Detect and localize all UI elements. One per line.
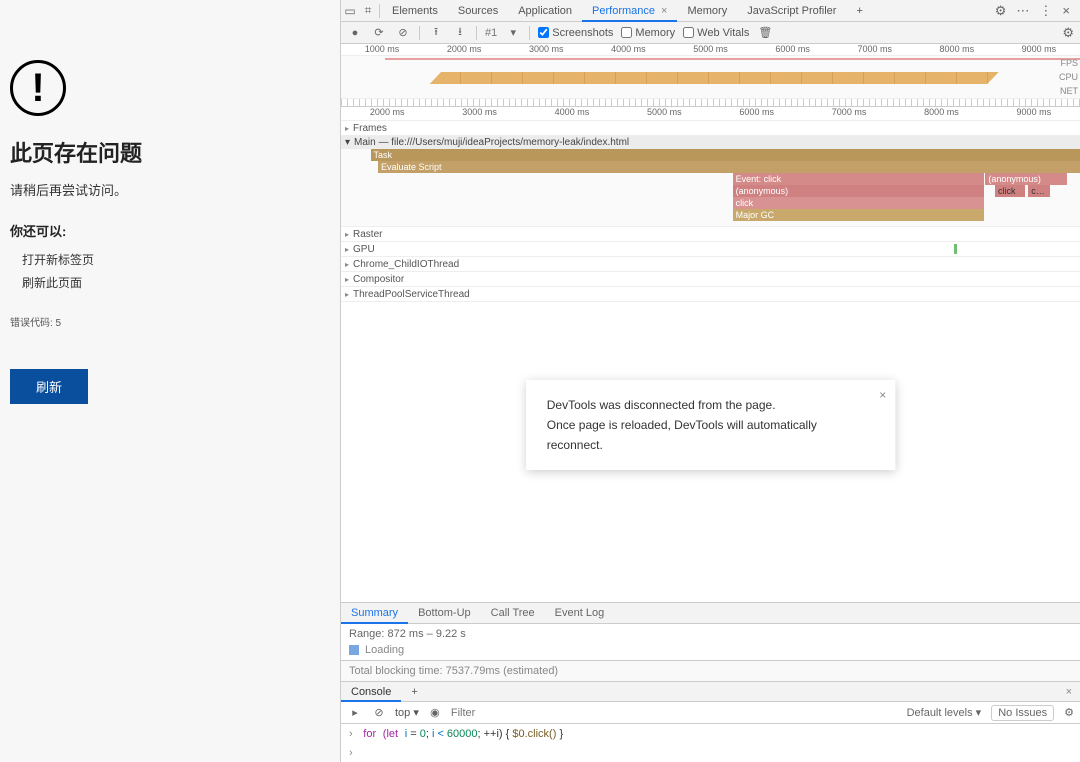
flame-click-3[interactable]: c… <box>1028 185 1050 197</box>
error-option-refresh[interactable]: 刷新此页面 <box>10 271 330 294</box>
close-drawer-icon[interactable]: × <box>1066 686 1080 698</box>
save-profile-icon[interactable]: ⭳ <box>452 23 468 42</box>
more-icon[interactable]: ⋮ <box>1039 3 1052 19</box>
devtools-tab-bar: ▭ ⌗ Elements Sources Application Perform… <box>341 0 1080 22</box>
refresh-button[interactable]: 刷新 <box>10 369 88 404</box>
device-toggle-icon[interactable]: ⌗ <box>359 3 377 18</box>
capture-settings-icon[interactable]: ⚙ <box>1062 25 1074 41</box>
track-main[interactable]: ▾Main — file:///Users/muji/ideaProjects/… <box>341 136 1080 149</box>
tab-performance[interactable]: Performance× <box>582 0 677 22</box>
error-options-list: 打开新标签页 刷新此页面 <box>10 248 330 294</box>
overview-time-marks: 1000 ms 2000 ms 3000 ms 4000 ms 5000 ms … <box>341 44 1080 56</box>
add-drawer-tab[interactable]: + <box>401 682 427 702</box>
flame-click[interactable]: click <box>733 197 984 209</box>
close-icon[interactable]: × <box>879 385 886 405</box>
frame-dropdown-icon[interactable]: ▾ <box>505 26 521 39</box>
summary-body: Range: 872 ms – 9.22 s Loading <box>341 624 1080 661</box>
log-levels-selector[interactable]: Default levels ▾ <box>907 706 982 719</box>
error-subtitle: 请稍后再尝试访问。 <box>10 180 330 199</box>
error-title: 此页存在问题 <box>10 136 330 168</box>
tab-summary[interactable]: Summary <box>341 602 408 624</box>
flame-anonymous-2[interactable]: (anonymous) <box>985 173 1066 185</box>
flame-anonymous[interactable]: (anonymous) <box>733 185 984 197</box>
tab-call-tree[interactable]: Call Tree <box>481 602 545 624</box>
summary-loading-label: Loading <box>365 644 404 656</box>
warning-icon: ! <box>10 60 66 116</box>
clear-console-icon[interactable]: ⊘ <box>371 706 387 719</box>
console-toolbar: ▸ ⊘ top ▾ ◉ Default levels ▾ No Issues ⚙ <box>341 702 1080 724</box>
issues-pill[interactable]: No Issues <box>991 705 1054 721</box>
frame-number-label: #1 <box>485 27 497 39</box>
error-code: 错误代码: 5 <box>10 314 330 329</box>
error-option-new-tab[interactable]: 打开新标签页 <box>10 248 330 271</box>
flame-chart[interactable]: ▸Frames ▾Main — file:///Users/muji/ideaP… <box>341 121 1080 302</box>
memory-checkbox[interactable]: Memory <box>621 27 675 39</box>
screenshots-checkbox[interactable]: Screenshots <box>538 27 613 39</box>
console-prompt[interactable]: › <box>341 743 1080 762</box>
overview-side-labels: FPS CPU NET <box>1059 56 1078 98</box>
performance-toolbar: ● ⟳ ⊘ ⭱ ⭳ #1 ▾ Screenshots Memory Web Vi… <box>341 22 1080 44</box>
tab-console[interactable]: Console <box>341 682 401 702</box>
console-filter-input[interactable] <box>451 707 899 719</box>
blocking-time: Total blocking time: 7537.79ms (estimate… <box>341 661 1080 682</box>
summary-tab-bar: Summary Bottom-Up Call Tree Event Log <box>341 602 1080 624</box>
loading-swatch-icon <box>349 645 359 655</box>
tab-js-profiler[interactable]: JavaScript Profiler <box>737 0 846 22</box>
track-raster[interactable]: ▸Raster <box>341 228 386 241</box>
tab-sources[interactable]: Sources <box>448 0 508 22</box>
gc-icon[interactable]: 🗑 <box>757 26 773 39</box>
close-devtools-icon[interactable]: × <box>1062 3 1070 19</box>
web-vitals-checkbox[interactable]: Web Vitals <box>683 27 749 39</box>
flame-main-rows[interactable]: Task Evaluate Script Event: click (anony… <box>341 149 1080 227</box>
overview-cpu-band <box>430 72 999 84</box>
record-icon[interactable]: ● <box>347 27 363 39</box>
tab-memory[interactable]: Memory <box>677 0 737 22</box>
gpu-tick <box>954 244 957 254</box>
overview-fps-band <box>385 58 1080 60</box>
live-expression-icon[interactable]: ◉ <box>427 706 443 719</box>
tab-bottom-up[interactable]: Bottom-Up <box>408 602 481 624</box>
track-threadpool[interactable]: ▸ThreadPoolServiceThread <box>341 288 474 301</box>
clear-icon[interactable]: ⊘ <box>395 26 411 39</box>
load-profile-icon[interactable]: ⭱ <box>428 23 444 42</box>
flame-task[interactable]: Task <box>371 149 1080 161</box>
toast-line-2: Once page is reloaded, DevTools will aut… <box>547 415 855 455</box>
main-time-marks: 2000 ms 3000 ms 4000 ms 5000 ms 6000 ms … <box>341 107 1080 121</box>
chevron-right-icon: › <box>349 747 353 759</box>
inspect-icon[interactable]: ▭ <box>341 4 359 18</box>
track-frames[interactable]: ▸Frames <box>341 122 391 135</box>
overview-ticks <box>341 98 1080 106</box>
context-selector[interactable]: top ▾ <box>395 706 419 719</box>
track-gpu[interactable]: ▸GPU <box>341 243 379 256</box>
flame-event-click[interactable]: Event: click <box>733 173 984 185</box>
flame-click-2[interactable]: click <box>995 185 1025 197</box>
drawer-tab-bar: Console + × <box>341 682 1080 702</box>
settings-icon[interactable]: ⚙ <box>995 3 1007 19</box>
tab-event-log[interactable]: Event Log <box>545 602 615 624</box>
separator <box>379 4 380 18</box>
tab-elements[interactable]: Elements <box>382 0 448 22</box>
devtools-panel: ▭ ⌗ Elements Sources Application Perform… <box>340 0 1080 762</box>
close-icon[interactable]: × <box>661 5 667 17</box>
disconnected-toast: × DevTools was disconnected from the pag… <box>526 380 896 470</box>
console-settings-icon[interactable]: ⚙ <box>1064 706 1074 719</box>
summary-range: Range: 872 ms – 9.22 s <box>349 628 1072 640</box>
gpu-lane <box>379 243 1080 255</box>
toast-line-1: DevTools was disconnected from the page. <box>547 395 855 415</box>
flame-evaluate-script[interactable]: Evaluate Script <box>378 161 1080 173</box>
track-compositor[interactable]: ▸Compositor <box>341 273 408 286</box>
browser-error-page: ! 此页存在问题 请稍后再尝试访问。 你还可以: 打开新标签页 刷新此页面 错误… <box>0 0 340 762</box>
customize-icon[interactable]: ⋯ <box>1016 3 1029 19</box>
console-sidebar-icon[interactable]: ▸ <box>347 706 363 719</box>
console-input-line[interactable]: › for (let i = 0; i < 60000; ++i) { $0.c… <box>341 724 1080 743</box>
chevron-right-icon: › <box>349 728 353 740</box>
reload-record-icon[interactable]: ⟳ <box>371 26 387 39</box>
error-also-label: 你还可以: <box>10 221 330 240</box>
add-tab-button[interactable]: + <box>846 0 872 22</box>
track-childio[interactable]: ▸Chrome_ChildIOThread <box>341 258 463 271</box>
flame-major-gc[interactable]: Major GC <box>733 209 984 221</box>
overview-timeline[interactable]: 1000 ms 2000 ms 3000 ms 4000 ms 5000 ms … <box>341 44 1080 107</box>
tab-application[interactable]: Application <box>508 0 582 22</box>
